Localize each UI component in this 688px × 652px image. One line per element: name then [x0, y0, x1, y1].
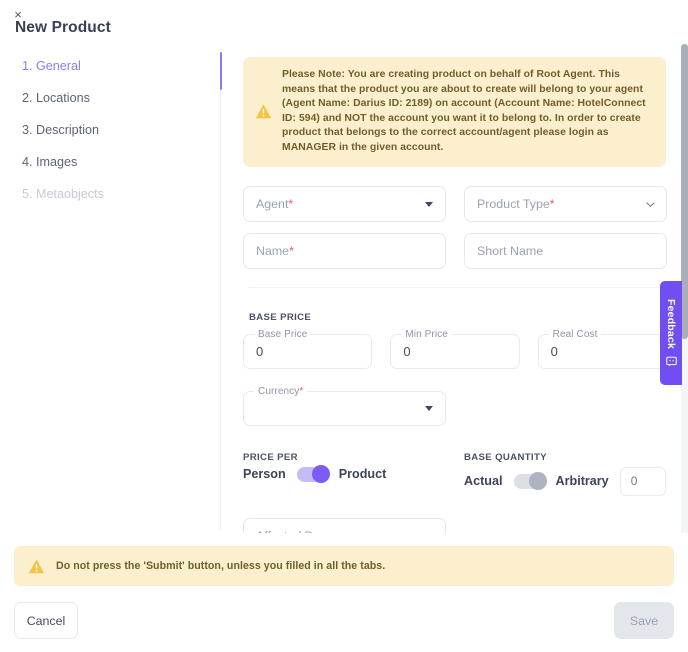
- min-price-label: Min Price: [401, 328, 452, 340]
- min-price-value: 0: [403, 343, 411, 359]
- step-rail: [220, 52, 221, 530]
- cancel-button[interactable]: Cancel: [14, 602, 78, 639]
- general-form: Agent * Product Type * Name * Short Name…: [237, 185, 673, 533]
- real-cost-label: Real Cost: [548, 328, 602, 340]
- affected-by-select[interactable]: Affected By: [243, 517, 446, 533]
- price-per-left-label: Person: [243, 467, 286, 482]
- currency-label: Currency*: [254, 385, 308, 397]
- agent-required-marker: *: [288, 196, 294, 211]
- save-button[interactable]: Save: [614, 602, 674, 639]
- name-field[interactable]: Name *: [243, 232, 446, 269]
- sidebar-item-description[interactable]: 3. Description: [0, 114, 212, 146]
- section-divider: [249, 286, 661, 288]
- chevron-down-icon: [646, 200, 655, 209]
- name-required-marker: *: [289, 243, 294, 258]
- warning-triangle-icon: [255, 104, 272, 119]
- price-per-right-label: Product: [338, 467, 387, 482]
- step-active-indicator: [220, 52, 222, 90]
- price-per-toggle-row: Person Product: [243, 465, 446, 484]
- new-product-dialog: × New Product 1. General 2. Locations 3.…: [0, 0, 688, 652]
- short-name-field[interactable]: Short Name: [464, 232, 667, 269]
- affected-by-label: Affected By: [256, 529, 319, 533]
- base-quantity-left-label: Actual: [464, 474, 503, 489]
- base-price-field[interactable]: Base Price 0: [243, 328, 373, 369]
- real-cost-value: 0: [550, 343, 558, 359]
- product-type-label: Product Type: [477, 196, 550, 211]
- page-title: New Product: [15, 19, 111, 36]
- price-per-section-label: PRICE PER: [243, 451, 298, 463]
- currency-select[interactable]: Currency*: [243, 385, 446, 426]
- base-quantity-input[interactable]: 0: [619, 466, 666, 496]
- sidebar-item-label: 3. Description: [22, 123, 99, 137]
- name-label: Name: [256, 243, 290, 258]
- currency-required-marker: *: [299, 385, 304, 397]
- min-price-field[interactable]: Min Price 0: [390, 328, 520, 369]
- sidebar-item-images[interactable]: 4. Images: [0, 146, 212, 178]
- toggle-knob: [311, 465, 330, 484]
- form-scroll-pane[interactable]: Please Note: You are creating product on…: [237, 50, 673, 533]
- chevron-down-icon: [425, 201, 433, 207]
- product-type-select[interactable]: Product Type *: [464, 185, 667, 222]
- base-quantity-toggle[interactable]: [513, 472, 547, 491]
- chevron-down-icon: [425, 406, 433, 412]
- sidebar-item-label: 5. Metaobjects: [22, 187, 104, 201]
- agent-label: Agent: [256, 196, 289, 211]
- real-cost-field[interactable]: Real Cost 0: [537, 328, 667, 369]
- base-price-section-label: BASE PRICE: [249, 311, 312, 323]
- scrollbar-thumb[interactable]: [681, 44, 688, 339]
- base-quantity-section-label: BASE QUANTITY: [464, 451, 547, 463]
- step-nav: 1. General 2. Locations 3. Description 4…: [0, 50, 212, 210]
- base-price-value: 0: [256, 343, 264, 359]
- feedback-icon: [665, 356, 677, 366]
- notice-text: Please Note: You are creating product on…: [282, 69, 646, 153]
- toggle-knob: [528, 472, 547, 491]
- sidebar-item-locations[interactable]: 2. Locations: [0, 82, 212, 114]
- sidebar-item-label: 4. Images: [22, 155, 78, 169]
- agent-select[interactable]: Agent *: [243, 185, 446, 222]
- base-quantity-toggle-row: Actual Arbitrary 0: [464, 466, 667, 496]
- submit-warning-text: Do not press the 'Submit' button, unless…: [56, 560, 386, 572]
- base-quantity-right-label: Arbitrary: [555, 474, 609, 489]
- dialog-footer: Do not press the 'Submit' button, unless…: [0, 540, 688, 652]
- submit-warning-banner: Do not press the 'Submit' button, unless…: [14, 546, 674, 586]
- feedback-label: Feedback: [665, 299, 677, 350]
- root-agent-notice: Please Note: You are creating product on…: [243, 57, 666, 167]
- warning-triangle-icon: [28, 558, 45, 573]
- base-price-label: Base Price: [254, 328, 312, 340]
- sidebar-item-metaobjects: 5. Metaobjects: [0, 178, 212, 210]
- currency-label-text: Currency: [258, 385, 300, 397]
- price-per-toggle[interactable]: [296, 465, 330, 484]
- short-name-label: Short Name: [477, 243, 544, 258]
- sidebar-item-label: 2. Locations: [22, 91, 90, 105]
- sidebar-item-label: 1. General: [22, 59, 81, 73]
- feedback-tab[interactable]: Feedback: [660, 281, 682, 385]
- sidebar-item-general[interactable]: 1. General: [0, 50, 212, 82]
- product-type-required-marker: *: [549, 196, 555, 211]
